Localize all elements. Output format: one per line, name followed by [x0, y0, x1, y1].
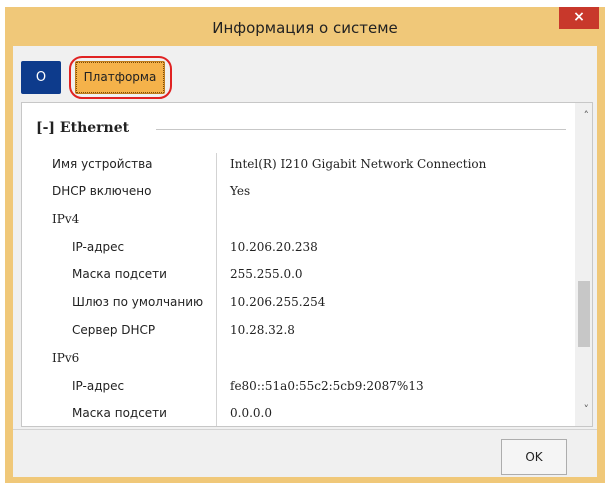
info-panel[interactable]: [-] Ethernet Имя устройства Intel(R) I21…: [21, 102, 593, 427]
row-value: 10.206.20.238: [230, 240, 318, 254]
row-label: Маска подсети: [72, 267, 167, 281]
list-item: IP-адрес fe80::51a0:55c2:5cb9:2087%13: [22, 379, 572, 399]
row-value: 0.0.0.0: [230, 406, 272, 420]
scroll-down-icon[interactable]: ˅: [584, 403, 590, 416]
scroll-thumb[interactable]: [578, 281, 590, 347]
system-info-window: Информация о системе × О Платформа [-] E…: [5, 7, 605, 483]
window-title: Информация о системе: [212, 19, 398, 37]
row-value: 10.28.32.8: [230, 323, 295, 337]
vertical-scrollbar[interactable]: ˄ ˅: [575, 103, 592, 426]
section-divider: [156, 129, 566, 130]
dialog-footer: OK: [13, 429, 597, 477]
tab-about[interactable]: О: [21, 61, 61, 94]
ok-button[interactable]: OK: [501, 439, 567, 475]
list-item: Маска подсети 255.255.0.0: [22, 267, 572, 287]
close-button[interactable]: ×: [559, 7, 599, 29]
row-value: Yes: [230, 184, 251, 198]
list-item: Шлюз по умолчанию 10.206.255.254: [22, 295, 572, 315]
list-item: Маска подсети 0.0.0.0: [22, 406, 572, 426]
row-label: Шлюз по умолчанию: [72, 295, 204, 309]
list-item: IP-адрес 10.206.20.238: [22, 240, 572, 260]
tab-platform[interactable]: Платформа: [75, 61, 165, 94]
row-label: IP-адрес: [72, 379, 125, 393]
row-value: Intel(R) I210 Gigabit Network Connection: [230, 157, 487, 171]
row-label: IP-адрес: [72, 240, 125, 254]
list-item: Имя устройства Intel(R) I210 Gigabit Net…: [22, 157, 572, 177]
row-value: fe80::51a0:55c2:5cb9:2087%13: [230, 379, 424, 393]
row-label: Маска подсети: [72, 406, 167, 420]
title-bar[interactable]: Информация о системе ×: [5, 7, 605, 46]
list-item: IPv6: [22, 351, 572, 371]
list-item: Сервер DHCP 10.28.32.8: [22, 323, 572, 343]
row-label: Имя устройства: [52, 157, 153, 171]
row-label: IPv4: [52, 212, 80, 226]
section-header-ethernet[interactable]: [-] Ethernet: [36, 120, 129, 136]
row-label: IPv6: [52, 351, 80, 365]
list-item: IPv4: [22, 212, 572, 232]
row-value: 255.255.0.0: [230, 267, 303, 281]
list-item: DHCP включено Yes: [22, 184, 572, 204]
row-label: Сервер DHCP: [72, 323, 156, 337]
dialog-content: О Платформа [-] Ethernet Имя устройства …: [13, 46, 597, 477]
row-value: 10.206.255.254: [230, 295, 326, 309]
scroll-up-icon[interactable]: ˄: [584, 109, 590, 122]
row-label: DHCP включено: [52, 184, 152, 198]
